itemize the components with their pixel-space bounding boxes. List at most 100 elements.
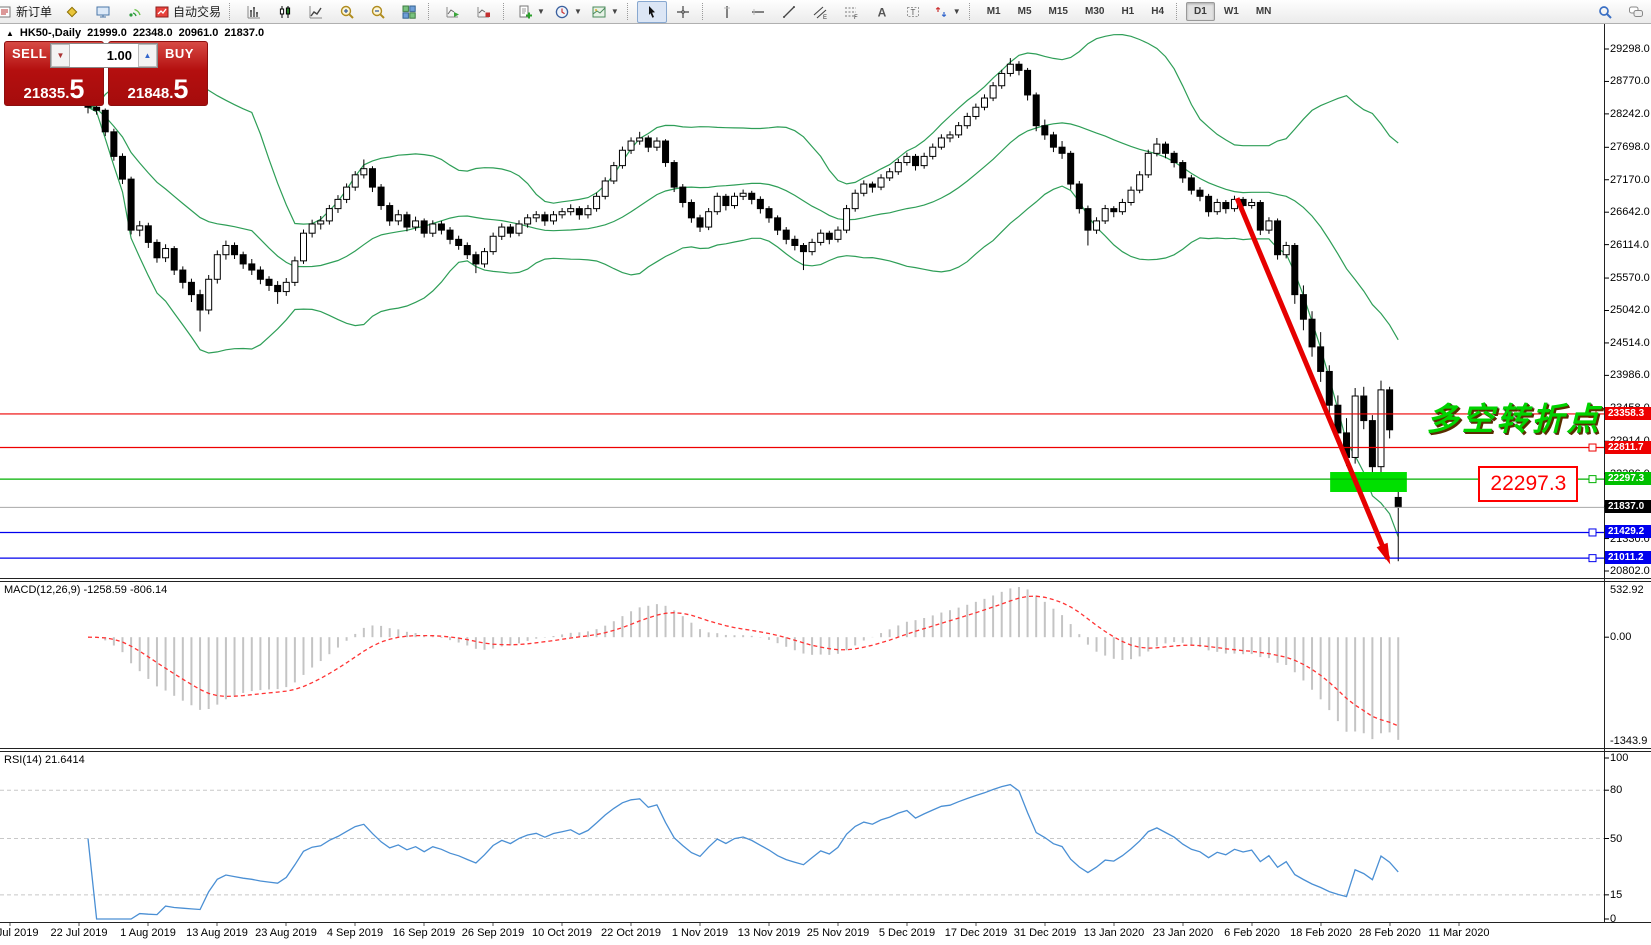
macd-min-label: -1343.9 xyxy=(1610,735,1647,747)
chat-button[interactable] xyxy=(1621,1,1651,23)
volume-value[interactable]: 1.00 xyxy=(70,44,138,67)
chevron-down-icon[interactable]: ▼ xyxy=(537,7,545,16)
auto-scroll-button[interactable] xyxy=(438,1,468,23)
date-label: 17 Dec 2019 xyxy=(945,927,1007,939)
zoom-in-button[interactable] xyxy=(332,1,362,23)
chartstop-icon xyxy=(476,4,492,20)
timeframe-m15-button[interactable]: M15 xyxy=(1041,2,1076,21)
volume-increase-button[interactable]: ▲ xyxy=(138,44,157,67)
cursor-button[interactable] xyxy=(637,1,667,23)
date-label: 23 Jan 2020 xyxy=(1153,927,1214,939)
main-chart-area xyxy=(0,35,1604,565)
timeframe-h4-button[interactable]: H4 xyxy=(1143,2,1172,21)
price-tick: 24514.0 xyxy=(1610,337,1650,349)
vertical-line-button[interactable] xyxy=(712,1,742,23)
chevron-down-icon[interactable]: ▼ xyxy=(574,7,582,16)
price-tick: 20802.0 xyxy=(1610,565,1650,577)
collapse-panel-icon[interactable]: ▲ xyxy=(6,29,14,38)
chevron-down-icon[interactable]: ▼ xyxy=(953,7,961,16)
price-tick: 27698.0 xyxy=(1610,141,1650,153)
rsi-level-label: 0 xyxy=(1610,913,1616,925)
diamond-icon xyxy=(64,4,80,20)
timeframe-m1-button[interactable]: M1 xyxy=(979,2,1009,21)
hline-handle[interactable] xyxy=(1589,529,1596,536)
autotrading-button[interactable]: 自动交易 xyxy=(150,1,225,23)
candles xyxy=(85,58,1401,561)
bar-chart-button[interactable] xyxy=(239,1,269,23)
fibonacci-button[interactable]: F xyxy=(836,1,866,23)
date-label: 11 Mar 2020 xyxy=(1429,927,1490,939)
date-label: 22 Oct 2019 xyxy=(601,927,661,939)
trend-arrow-line[interactable] xyxy=(1237,198,1388,559)
bollinger-middle-band xyxy=(88,107,1398,340)
chevron-down-icon[interactable]: ▼ xyxy=(611,7,619,16)
zoom-out-button[interactable] xyxy=(363,1,393,23)
price-tick: 25042.0 xyxy=(1610,304,1650,316)
chart-window-icon-button[interactable] xyxy=(57,1,87,23)
price-callout-label[interactable]: 22297.3 xyxy=(1478,466,1578,502)
hline-handle[interactable] xyxy=(1589,444,1596,451)
date-label: 13 Jan 2020 xyxy=(1084,927,1145,939)
annotation-text[interactable]: 多空转折点 xyxy=(1427,394,1602,440)
hline-handle[interactable] xyxy=(1589,476,1596,483)
sell-label: SELL xyxy=(12,46,47,61)
line-chart-button[interactable] xyxy=(301,1,331,23)
date-label: 23 Aug 2019 xyxy=(255,927,317,939)
channel-icon: E xyxy=(812,4,828,20)
timeframe-m5-button[interactable]: M5 xyxy=(1010,2,1040,21)
timeframe-w1-button[interactable]: W1 xyxy=(1216,2,1247,21)
chat-icon xyxy=(1628,4,1644,20)
arrows-button[interactable]: ▼ xyxy=(929,1,965,23)
market-watch-button[interactable] xyxy=(88,1,118,23)
date-label: 28 Feb 2020 xyxy=(1359,927,1421,939)
highlight-rectangle[interactable] xyxy=(1330,472,1407,492)
text-button[interactable]: A xyxy=(867,1,897,23)
date-label: 16 Sep 2019 xyxy=(393,927,455,939)
date-label: 26 Sep 2019 xyxy=(462,927,524,939)
text-label-button[interactable]: T xyxy=(898,1,928,23)
timeframe-d1-button[interactable]: D1 xyxy=(1186,2,1215,21)
barchart-icon xyxy=(246,4,262,20)
data-feed-button[interactable] xyxy=(119,1,149,23)
volume-decrease-button[interactable]: ▼ xyxy=(51,44,70,67)
high-value: 22348.0 xyxy=(133,27,173,39)
macd-zero-label: 0.00 xyxy=(1610,631,1631,643)
bollinger-lower-band xyxy=(88,107,1398,537)
main-toolbar: 新订单 自动交易 ▼ ▼ ▼ E FAT ▼ M1M5M15M30H1H4 D1W1MN xyxy=(0,0,1651,24)
trendline-button[interactable] xyxy=(774,1,804,23)
fibo-icon: F xyxy=(843,4,859,20)
price-tick: 26114.0 xyxy=(1610,239,1649,251)
date-label: 1 Aug 2019 xyxy=(120,927,176,939)
buy-label: BUY xyxy=(165,46,194,61)
date-label: 6 Feb 2020 xyxy=(1224,927,1280,939)
indicators-button[interactable]: ▼ xyxy=(513,1,549,23)
toolbar-separator xyxy=(428,3,434,20)
channel-button[interactable]: E xyxy=(805,1,835,23)
templates-button[interactable]: ▼ xyxy=(587,1,623,23)
price-tick: 26642.0 xyxy=(1610,206,1650,218)
toolbar-button-label: 新订单 xyxy=(16,3,52,20)
toolbar-separator xyxy=(627,3,633,20)
price-line-chip: 23358.3 xyxy=(1605,407,1651,420)
toolbar-separator xyxy=(702,3,708,20)
bid-price-chip: 21837.0 xyxy=(1605,500,1651,513)
timeframe-m30-button[interactable]: M30 xyxy=(1077,2,1112,21)
chart-shift-button[interactable] xyxy=(469,1,499,23)
timeframe-mn-button[interactable]: MN xyxy=(1248,2,1280,21)
new-order-button[interactable]: 新订单 xyxy=(0,1,56,23)
low-value: 20961.0 xyxy=(179,27,219,39)
search-button[interactable] xyxy=(1590,1,1620,23)
macd-max-label: 532.92 xyxy=(1610,584,1644,596)
periods-button[interactable]: ▼ xyxy=(550,1,586,23)
crosshair-button[interactable] xyxy=(668,1,698,23)
rsi-level-label: 100 xyxy=(1610,752,1628,764)
hline-handle[interactable] xyxy=(1589,555,1596,562)
horizontal-line-button[interactable] xyxy=(743,1,773,23)
tile-windows-button[interactable] xyxy=(394,1,424,23)
timeframe-h1-button[interactable]: H1 xyxy=(1113,2,1142,21)
svg-text:E: E xyxy=(823,15,827,20)
candlestick-chart-button[interactable] xyxy=(270,1,300,23)
buy-price: 21848.5 xyxy=(109,76,207,103)
rsi-level-label: 15 xyxy=(1610,889,1622,901)
toolbar-separator xyxy=(503,3,509,20)
